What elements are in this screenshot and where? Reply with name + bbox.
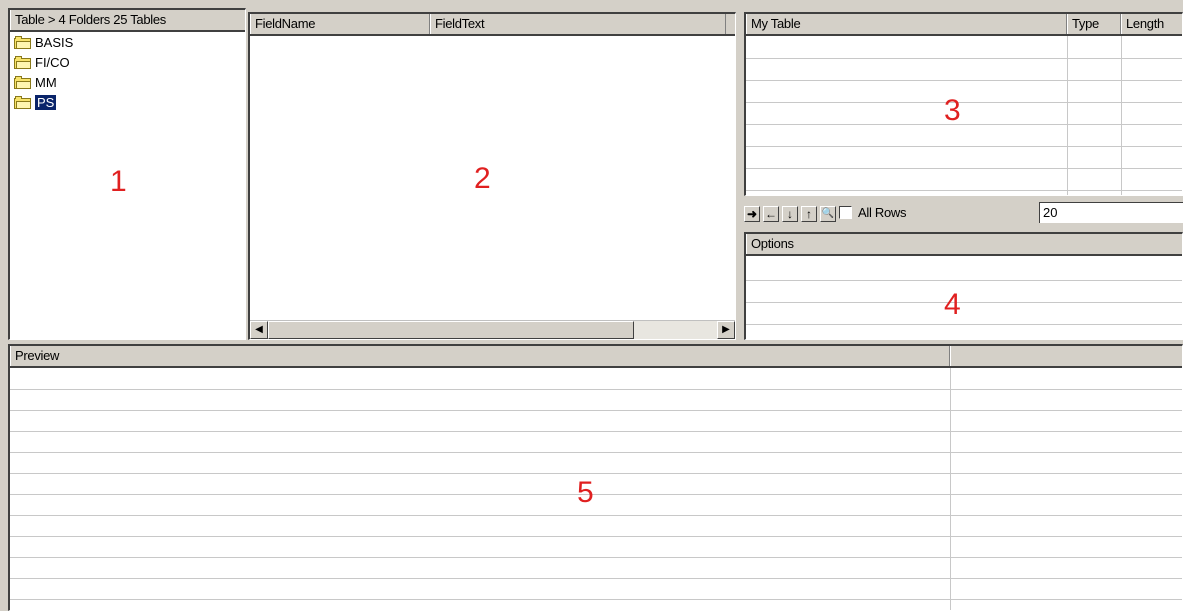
tree-item-label: FI/CO (35, 54, 70, 70)
row-divider (10, 452, 1182, 453)
tree-item-label: MM (35, 74, 57, 90)
all-rows-checkbox[interactable] (839, 206, 852, 219)
row-divider (10, 599, 1182, 600)
horizontal-scrollbar[interactable]: ◀ ▶ (250, 320, 735, 339)
options-header: Options (746, 234, 1182, 256)
row-divider (746, 324, 1182, 325)
column-header-fieldtext[interactable]: FieldText (430, 14, 726, 34)
column-divider (1067, 36, 1068, 195)
row-divider (746, 102, 1182, 103)
column-header-length[interactable]: Length (1121, 14, 1182, 34)
row-toolbar: ➜ ← ↓ ↑ 🔍 All Rows 20 (742, 198, 1183, 230)
scroll-left-icon[interactable]: ◀ (250, 321, 268, 339)
preview-icon[interactable]: 🔍 (820, 206, 836, 222)
annotation-5: 5 (577, 476, 594, 509)
tree-item-mm[interactable]: MM (14, 72, 57, 92)
tree-item-ps[interactable]: PS (14, 92, 57, 112)
row-divider (746, 58, 1182, 59)
arrow-left-icon[interactable]: ← (763, 206, 779, 222)
tree-header: Table > 4 Folders 25 Tables (10, 10, 245, 32)
row-divider (10, 557, 1182, 558)
my-table-pane: My Table Type Length 3 (744, 12, 1183, 196)
annotation-2: 2 (474, 162, 491, 195)
row-divider (10, 515, 1182, 516)
row-divider (746, 302, 1182, 303)
row-divider (746, 80, 1182, 81)
row-divider (746, 168, 1182, 169)
column-divider (1121, 36, 1122, 195)
options-pane: Options 4 (744, 232, 1183, 340)
annotation-1: 1 (110, 165, 127, 198)
column-header-blank[interactable] (950, 346, 1182, 366)
row-divider (746, 124, 1182, 125)
tree-item-basis[interactable]: BASIS (14, 32, 73, 52)
row-divider (10, 410, 1182, 411)
scroll-thumb[interactable] (268, 321, 634, 339)
preview-pane: Preview 5 (8, 344, 1183, 611)
annotation-4: 4 (944, 288, 961, 321)
field-list-pane: FieldName FieldText 2 ◀ ▶ (248, 12, 736, 340)
arrow-up-icon[interactable]: ↑ (801, 206, 817, 222)
row-divider (10, 494, 1182, 495)
rows-count-input[interactable]: 20 (1039, 202, 1183, 223)
tree-header-label[interactable]: Table > 4 Folders 25 Tables (10, 10, 245, 30)
scroll-right-icon[interactable]: ▶ (717, 321, 735, 339)
row-divider (746, 280, 1182, 281)
row-divider (10, 389, 1182, 390)
folder-icon (14, 95, 32, 109)
annotation-3: 3 (944, 94, 961, 127)
field-list-header: FieldName FieldText (250, 14, 735, 36)
column-header-my-table[interactable]: My Table (746, 14, 1067, 34)
row-divider (746, 190, 1182, 191)
row-divider (10, 473, 1182, 474)
folder-icon (14, 55, 32, 69)
column-header-type[interactable]: Type (1067, 14, 1121, 34)
row-divider (10, 431, 1182, 432)
arrow-right-icon[interactable]: ➜ (744, 206, 760, 222)
column-divider (950, 368, 951, 610)
preview-header: Preview (10, 346, 1182, 368)
column-header-preview[interactable]: Preview (10, 346, 950, 366)
column-header-options[interactable]: Options (746, 234, 1182, 254)
row-divider (746, 146, 1182, 147)
tree-item-fico[interactable]: FI/CO (14, 52, 70, 72)
all-rows-label: All Rows (858, 205, 907, 220)
my-table-header: My Table Type Length (746, 14, 1182, 36)
table-tree-pane: Table > 4 Folders 25 Tables BASIS FI/CO … (8, 8, 246, 340)
folder-icon (14, 35, 32, 49)
folder-icon (14, 75, 32, 89)
row-divider (10, 536, 1182, 537)
tree-item-label: BASIS (35, 34, 74, 50)
arrow-down-icon[interactable]: ↓ (782, 206, 798, 222)
column-header-fieldname[interactable]: FieldName (250, 14, 430, 34)
tree-item-label: PS (35, 94, 57, 110)
row-divider (10, 578, 1182, 579)
